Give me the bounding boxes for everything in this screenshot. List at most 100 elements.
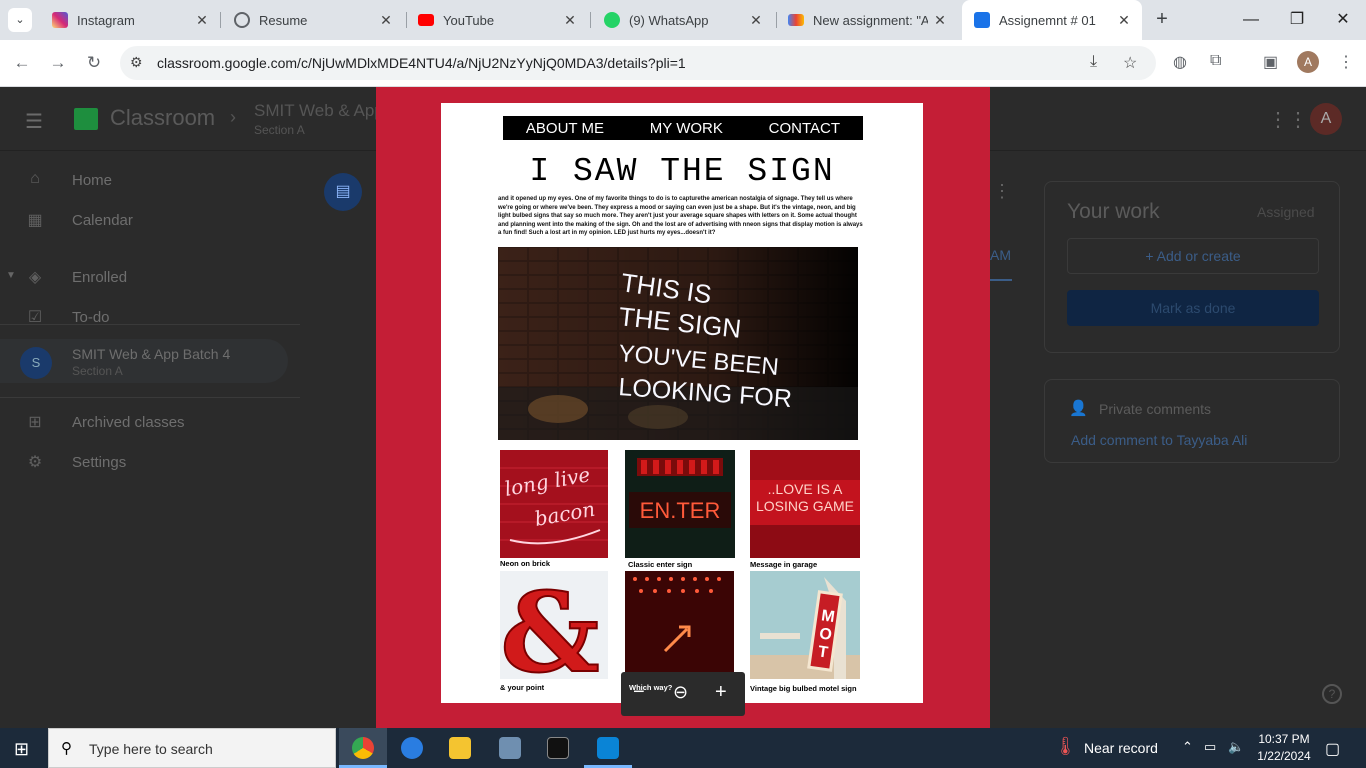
browser-tab-strip: ⌄ Instagram ✕ Resume ✕ YouTube ✕ (9) Wha… [0,0,1366,40]
terminal-icon [547,737,569,759]
sidebar-item-home[interactable]: ⌂ Home [0,160,300,200]
chrome-icon [352,737,374,759]
back-button[interactable]: ← [9,50,35,76]
tab-youtube[interactable]: YouTube ✕ [406,0,588,40]
chrome-menu-icon[interactable]: ⋮ [1338,52,1354,72]
doc-navbar: ABOUT ME MY WORK CONTACT [503,116,863,140]
account-avatar[interactable]: A [1310,103,1342,135]
taskbar-app-2[interactable] [388,728,436,768]
help-icon[interactable]: ? [1322,684,1342,704]
mark-as-done-button[interactable]: Mark as done [1067,290,1319,326]
nav-my-work: MY WORK [649,119,723,137]
gmail-icon [788,14,804,26]
class-name[interactable]: SMIT Web & App [254,101,384,121]
classroom-brand[interactable]: Classroom [110,105,215,131]
sidebar-item-settings[interactable]: ⚙ Settings [0,442,300,482]
clock-date[interactable]: 1/22/2024 [1252,749,1316,763]
gallery-image-arrow [625,571,734,679]
add-comment-link[interactable]: Add comment to Tayyaba Ali [1071,432,1247,448]
close-icon[interactable]: ✕ [374,12,398,29]
site-info-icon[interactable]: ⚙ [130,54,143,71]
sidebar-item-class[interactable]: S SMIT Web & App Batch 4 Section A [0,339,288,383]
taskbar-search[interactable]: ⚲ Type here to search [48,728,336,768]
close-icon[interactable]: ✕ [558,12,582,29]
tab-instagram[interactable]: Instagram ✕ [40,0,220,40]
taskbar-camera[interactable] [486,728,534,768]
gallery-image-motel: M O T [750,571,860,679]
class-avatar: S [20,347,52,379]
new-tab-button[interactable]: + [1150,8,1174,32]
private-comments-card: 👤 Private comments Add comment to Tayyab… [1044,379,1340,463]
svg-text:LOSING GAME: LOSING GAME [756,498,854,514]
tab-resume[interactable]: Resume ✕ [222,0,404,40]
extensions-icon[interactable]: ⧉ [1210,52,1221,70]
restore-button[interactable]: ❐ [1285,8,1309,32]
install-app-icon[interactable]: ⤓ [1090,53,1097,71]
close-window-button[interactable]: ✕ [1331,8,1355,32]
home-icon: ⌂ [30,170,40,187]
chevron-right-icon: › [230,107,236,127]
zoom-out-button[interactable]: − [633,681,645,704]
browser-toolbar: ← → ↻ ⚙ classroom.google.com/c/NjUwMDlxM… [0,40,1366,87]
close-icon[interactable]: ✕ [744,12,768,29]
bookmark-star-icon[interactable]: ☆ [1123,53,1137,73]
windows-start-icon[interactable]: ⊞ [14,739,29,760]
doc-title: I SAW THE SIGN [529,153,835,190]
chevron-up-icon[interactable]: ⌃ [1182,739,1193,755]
classroom-logo[interactable] [74,108,98,130]
google-apps-icon[interactable]: ⋮⋮ [1268,107,1308,132]
close-icon[interactable]: ✕ [928,12,952,29]
address-bar[interactable]: ⚙ classroom.google.com/c/NjUwMDlxMDE4NTU… [120,46,1156,80]
zoom-in-button[interactable]: + [715,681,727,704]
private-comments-title: Private comments [1099,401,1212,417]
taskbar-vscode[interactable] [584,728,632,768]
hero-image: THIS IS THE SIGN YOU'VE BEEN LOOKING FOR [498,247,858,440]
gallery-image-love: ..LOVE IS A LOSING GAME [750,450,860,558]
network-icon[interactable]: ▭ [1204,739,1216,755]
tab-assignment[interactable]: Assignemnt # 01 ✕ [962,0,1142,40]
taskbar-chrome[interactable] [339,728,387,768]
menu-icon[interactable]: ☰ [25,109,43,134]
url-text[interactable]: classroom.google.com/c/NjUwMDlxMDE4NTU4/… [157,55,686,71]
zoom-reset-icon[interactable]: ⊖ [673,682,688,703]
gallery-caption: Neon on brick [500,559,551,568]
class-section: Section A [254,123,305,137]
minimize-button[interactable]: — [1239,8,1263,32]
notification-icon[interactable]: ▢ [1325,739,1340,759]
taskbar: ⊞ ⚲ Type here to search 🌡 Near record ⌃ … [0,728,1366,768]
close-icon[interactable]: ✕ [190,12,214,29]
tab-search-button[interactable]: ⌄ [8,8,32,32]
clock-time[interactable]: 10:37 PM [1258,732,1310,746]
tab-fragment[interactable]: AM [990,247,1011,263]
weather-text[interactable]: Near record [1084,740,1158,756]
svg-text:&: & [500,571,599,679]
profile-avatar[interactable]: A [1297,51,1319,73]
forward-button[interactable]: → [45,50,71,76]
more-options-icon[interactable]: ⋮ [993,181,1011,202]
taskbar-terminal[interactable] [534,728,582,768]
your-work-title: Your work [1067,200,1160,223]
thermometer-icon: 🌡 [1054,736,1077,756]
youtube-icon [418,14,434,26]
vscode-icon [597,737,619,759]
calendar-icon: ▦ [27,212,43,229]
tab-title: Assignemnt # 01 [999,12,1096,28]
tab-whatsapp[interactable]: (9) WhatsApp ✕ [592,0,774,40]
sidebar-item-todo[interactable]: ☑ To-do [0,297,300,337]
volume-icon[interactable]: 🔈 [1228,739,1244,755]
tab-gmail[interactable]: New assignment: "As ✕ [776,0,958,40]
taskbar-file-explorer[interactable] [436,728,484,768]
add-or-create-button[interactable]: + Add or create [1067,238,1319,274]
classroom-icon [974,12,990,28]
sidebar-item-enrolled[interactable]: ◈ Enrolled [0,257,300,297]
sidebar-item-archived[interactable]: ⊞ Archived classes [0,402,300,442]
sidebar-item-calendar[interactable]: ▦ Calendar [0,200,300,240]
svg-text:EN.TER: EN.TER [640,498,721,523]
gallery-caption: Vintage big bulbed motel sign [750,684,857,693]
tab-title: Instagram [77,12,135,28]
translate-icon[interactable]: ◍ [1173,52,1187,72]
reload-button[interactable]: ↻ [81,50,107,76]
close-icon[interactable]: ✕ [1112,12,1136,29]
svg-text:..LOVE IS A: ..LOVE IS A [768,481,843,497]
side-panel-icon[interactable]: ▣ [1263,52,1278,72]
